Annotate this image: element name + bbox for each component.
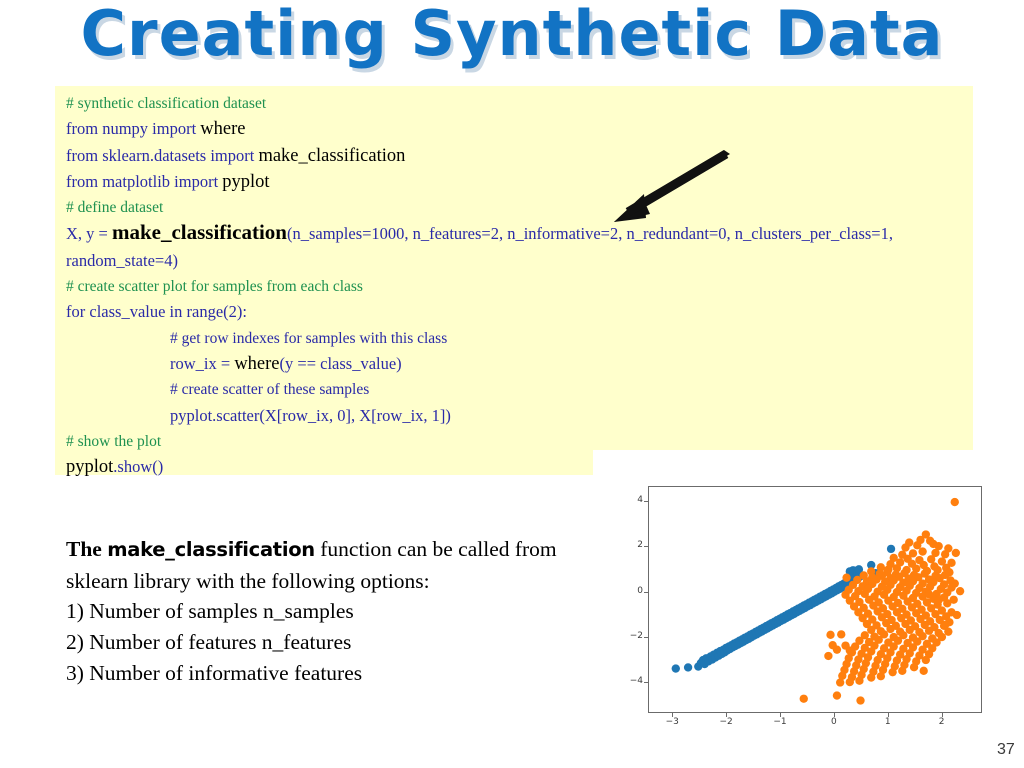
- code-token: # create scatter of these samples: [170, 381, 370, 399]
- y-axis-tick-mark: [644, 591, 648, 593]
- code-token: # show the plot: [66, 432, 162, 450]
- x-axis-tick-mark: [779, 713, 781, 717]
- code-token: row_ix =: [170, 353, 235, 373]
- function-name-inline: make_classification: [107, 538, 315, 561]
- code-line: from numpy import where: [66, 116, 966, 142]
- code-line: # create scatter of these samples: [66, 377, 966, 402]
- code-token: .show(): [113, 457, 164, 477]
- y-axis-tick-mark: [644, 546, 648, 548]
- x-axis-tick-label: 0: [830, 717, 837, 727]
- scatter-points: [671, 497, 965, 705]
- code-token: # synthetic classification dataset: [66, 95, 267, 112]
- y-axis-tick-mark: [644, 682, 648, 684]
- code-token: pyplot.scatter(X[row_ix, 0], X[row_ix, 1…: [170, 405, 451, 425]
- x-axis-tick-label: −2: [719, 717, 733, 727]
- code-line: from matplotlib import pyplot: [66, 169, 966, 195]
- x-axis-tick-label: 2: [938, 717, 945, 727]
- description-text: The make_classification function can be …: [66, 534, 586, 689]
- code-line: from sklearn.datasets import make_classi…: [66, 143, 966, 169]
- y-axis-tick-label: −2: [629, 630, 643, 641]
- code-token: from matplotlib import: [66, 171, 223, 191]
- code-token: from numpy import: [66, 119, 201, 139]
- x-axis-tick-label: 1: [884, 717, 891, 727]
- y-axis-tick-label: 4: [637, 494, 643, 505]
- option-item: 3) Number of informative features: [66, 660, 363, 685]
- y-axis-tick-mark: [644, 636, 648, 638]
- code-token: (y == class_value): [279, 353, 402, 373]
- annotation-arrow-icon: [614, 150, 730, 222]
- code-token: # create scatter plot for samples from e…: [66, 278, 363, 296]
- y-axis-tick-mark: [644, 500, 648, 502]
- option-item: 2) Number of features n_features: [66, 630, 352, 655]
- code-line: # synthetic classification dataset: [66, 91, 966, 116]
- code-line: row_ix = where(y == class_value): [66, 351, 966, 377]
- code-token: pyplot: [222, 171, 270, 192]
- scatter-plot-figure: −4 −2 0 2 4 −3 −2 −1 0 1 2: [615, 467, 1005, 752]
- code-token: make_classification: [258, 145, 406, 166]
- code-token: # get row indexes for samples with this …: [170, 329, 448, 347]
- code-token: where: [200, 119, 246, 140]
- x-axis-tick-label: −3: [665, 717, 679, 727]
- x-axis-tick-mark: [887, 713, 889, 717]
- x-axis-tick-mark: [833, 713, 835, 717]
- code-token: # define dataset: [66, 199, 164, 217]
- code-token: where: [234, 353, 280, 374]
- code-line: X, y = make_classification(n_samples=100…: [66, 220, 966, 274]
- code-line: # create scatter plot for samples from e…: [66, 274, 966, 299]
- x-axis-tick-label: −1: [773, 717, 787, 727]
- y-axis-tick-label: 2: [637, 540, 643, 551]
- options-list: 1) Number of samples n_samples 2) Number …: [66, 596, 586, 688]
- x-axis-tick-mark: [941, 713, 943, 717]
- y-axis-tick-label: −4: [629, 676, 643, 687]
- code-token: X, y =: [66, 224, 112, 244]
- page-number: 37: [997, 741, 1015, 758]
- page-title: Creating Synthetic Data: [80, 0, 944, 70]
- code-line: for class_value in range(2):: [66, 299, 966, 325]
- code-token: for class_value in range(2):: [66, 302, 247, 322]
- code-line: # get row indexes for samples with this …: [66, 326, 966, 351]
- code-line: pyplot.scatter(X[row_ix, 0], X[row_ix, 1…: [66, 403, 966, 429]
- code-line: # show the plot: [66, 429, 966, 454]
- code-token: make_classification: [111, 220, 287, 245]
- code-listing: # synthetic classification dataset from n…: [66, 91, 966, 480]
- y-axis-tick-label: 0: [637, 585, 643, 596]
- code-token: from sklearn.datasets import: [66, 145, 259, 165]
- code-token: pyplot: [66, 457, 114, 478]
- x-axis-tick-mark: [672, 713, 674, 717]
- description-paragraph: The make_classification function can be …: [66, 534, 586, 596]
- x-axis-tick-mark: [726, 713, 728, 717]
- plot-axes-frame: [648, 486, 982, 713]
- code-line: # define dataset: [66, 195, 966, 220]
- option-item: 1) Number of samples n_samples: [66, 599, 354, 624]
- lead-word: The: [66, 537, 102, 561]
